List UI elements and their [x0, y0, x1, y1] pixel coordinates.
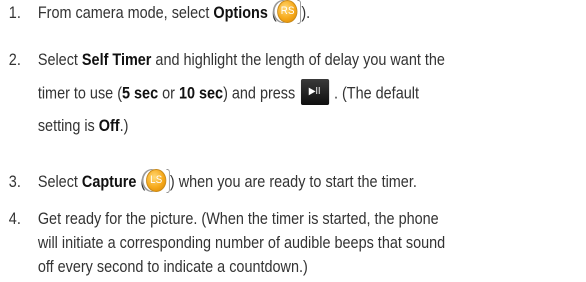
step-text-part: ).	[301, 4, 311, 22]
play-key-label: ▶II	[308, 86, 321, 97]
step-text-part: .)	[119, 117, 129, 135]
step-text-part: or	[158, 84, 179, 103]
delay-option-10: 10 sec	[178, 84, 224, 103]
step-text: Select Capture ( LS ) when you are ready t…	[37, 168, 564, 195]
softkey-label: LS	[150, 174, 163, 187]
step-text-part: timer to use (	[37, 84, 123, 103]
key-frame	[166, 168, 170, 193]
step-text-part: Select	[37, 51, 82, 69]
left-softkey-icon: LS	[146, 169, 167, 193]
self-timer-label: Self Timer	[81, 51, 152, 69]
step-number: 2.	[8, 51, 21, 69]
step-line: off every second to indicate a countdown…	[37, 258, 308, 276]
step-text-part: setting is	[37, 117, 99, 135]
step-text-part: ) when you are ready to start the timer.	[169, 173, 417, 191]
capture-label: Capture	[81, 173, 137, 191]
step-line: will initiate a corresponding number of …	[37, 234, 446, 252]
delay-option-5: 5 sec	[122, 84, 159, 103]
softkey-label: RS	[280, 5, 295, 18]
default-value: Off	[98, 117, 120, 135]
step-number: 3.	[8, 173, 21, 191]
step-text-part: and highlight the length of delay you wa…	[151, 51, 445, 69]
step-text: Get ready for the picture. (When the tim…	[38, 207, 564, 279]
step-line: Select Self Timer and highlight the leng…	[38, 48, 564, 81]
step-text-part: From camera mode, select	[37, 4, 214, 22]
step-text: From camera mode, select Options (RS).	[37, 0, 564, 26]
step-number: 4.	[8, 210, 21, 228]
paren: (	[140, 173, 146, 191]
step-line: Get ready for the picture. (When the tim…	[37, 210, 439, 228]
right-softkey-icon: RS	[277, 0, 298, 24]
step-text-part: Select	[37, 173, 82, 191]
key-frame	[297, 0, 302, 24]
step-text-part: ) and press	[223, 84, 296, 103]
step-number: 1.	[8, 4, 21, 22]
option-label: Options	[213, 4, 268, 22]
step-text-part: . (The default	[333, 84, 419, 103]
step-line: timer to use (5 sec or 10 sec) and press…	[37, 79, 564, 114]
step-text: Select Self Timer and highlight the leng…	[38, 48, 564, 139]
play-pause-key-icon: ▶II	[300, 79, 329, 105]
paren: (	[271, 4, 277, 22]
step-line: setting is Off.)	[38, 114, 564, 139]
